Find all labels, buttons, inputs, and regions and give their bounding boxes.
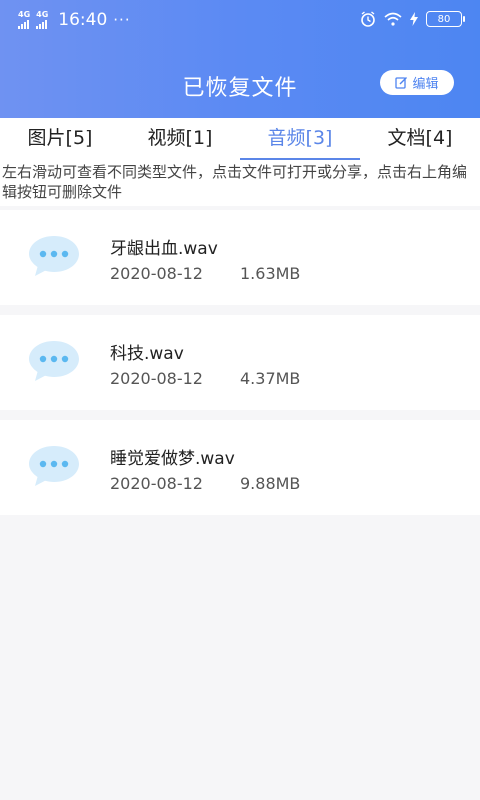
file-name: 科技.wav: [110, 344, 184, 364]
file-name: 牙龈出血.wav: [110, 239, 218, 259]
file-meta: 2020-08-12 9.88MB: [110, 474, 300, 493]
tab-documents[interactable]: 文档[4]: [360, 118, 480, 160]
file-date: 2020-08-12: [110, 474, 203, 493]
tab-videos[interactable]: 视频[1]: [120, 118, 240, 160]
file-date: 2020-08-12: [110, 369, 203, 388]
file-size: 4.37MB: [240, 369, 301, 388]
status-more-dots: ···: [113, 11, 131, 29]
status-bar: 4G 4G 16:40 ··· 80: [0, 0, 480, 44]
battery-icon: 80: [426, 11, 465, 27]
network-type-1: 4G: [18, 10, 31, 19]
charging-icon: [410, 12, 418, 26]
list-item[interactable]: 科技.wav 2020-08-12 4.37MB: [0, 315, 480, 410]
signal-icon: 4G: [36, 11, 48, 29]
network-type-2: 4G: [36, 10, 49, 19]
file-meta: 2020-08-12 1.63MB: [110, 264, 300, 283]
edit-icon: [395, 77, 408, 89]
file-date: 2020-08-12: [110, 264, 203, 283]
file-meta: 2020-08-12 4.37MB: [110, 369, 300, 388]
file-name: 睡觉爱做梦.wav: [110, 449, 235, 469]
status-time: 16:40: [58, 10, 108, 30]
edit-button-label: 编辑: [412, 77, 439, 92]
app-header: 4G 4G 16:40 ··· 80 已恢复文件 编辑: [0, 0, 480, 118]
list-item[interactable]: 牙龈出血.wav 2020-08-12 1.63MB: [0, 210, 480, 305]
audio-chat-bubble-icon: [29, 236, 79, 276]
status-left: 4G 4G 16:40 ···: [18, 10, 131, 30]
tab-images[interactable]: 图片[5]: [0, 118, 120, 160]
list-item[interactable]: 睡觉爱做梦.wav 2020-08-12 9.88MB: [0, 420, 480, 515]
edit-button[interactable]: 编辑: [380, 70, 454, 95]
wifi-icon: [384, 12, 402, 26]
audio-chat-bubble-icon: [29, 341, 79, 381]
file-type-tabs: 图片[5] 视频[1] 音频[3] 文档[4]: [0, 118, 480, 160]
alarm-icon: [361, 11, 375, 27]
signal-icon: 4G: [18, 11, 30, 29]
audio-chat-bubble-icon: [29, 446, 79, 486]
usage-hint: 左右滑动可查看不同类型文件，点击文件可打开或分享，点击右上角编辑按钮可删除文件: [0, 160, 480, 206]
status-right: 80: [360, 11, 465, 27]
file-size: 9.88MB: [240, 474, 301, 493]
file-size: 1.63MB: [240, 264, 301, 283]
tab-audio[interactable]: 音频[3]: [240, 118, 360, 160]
battery-level: 80: [437, 13, 451, 25]
file-list: 牙龈出血.wav 2020-08-12 1.63MB 科技.wav 2020-0…: [0, 210, 480, 525]
